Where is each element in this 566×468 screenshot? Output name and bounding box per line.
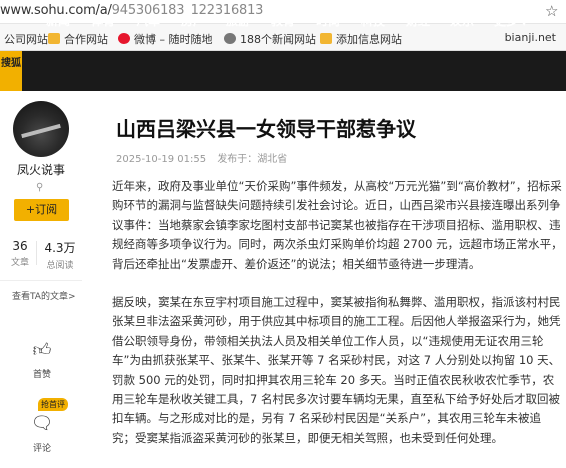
author-sidebar: 凤火说事 ⚲ +订阅 36 文章 4.3万 总阅读 查看TA的文章> 👍︎ 首赞… — [0, 91, 82, 468]
nav-item-entertainment[interactable]: 娱乐 — [450, 12, 474, 29]
sohu-logo[interactable]: 搜狐 — [0, 51, 22, 91]
bookmark-star-icon[interactable]: ☆ — [545, 2, 558, 20]
like-button[interactable]: 👍︎ 首赞 — [20, 339, 64, 380]
nav-item-auto[interactable]: 汽车 — [136, 12, 160, 29]
weibo-icon — [118, 33, 130, 44]
nav-item-news[interactable]: 新闻 — [46, 12, 70, 29]
comment-button[interactable]: 🗨︎ 评论 — [20, 413, 64, 454]
article-title: 山西吕梁兴县一女领导干部惹争议 — [116, 117, 416, 141]
stat-total-reads: 4.3万 总阅读 — [44, 241, 76, 271]
bookmark-company-sites[interactable]: 公司网站 — [0, 31, 48, 47]
add-folder-icon — [320, 33, 332, 44]
bookmark-news-sites[interactable]: 188个新闻网站 — [224, 31, 316, 47]
url-text[interactable]: www.sohu.com/a/945306183_122316813 — [0, 3, 263, 18]
article-paragraph: 近年来，政府及事业单位“天价采购”事件频发，从高校“万元光猫”到“高价教材”，招… — [112, 179, 563, 271]
chevron-down-icon: ▼ — [521, 18, 528, 27]
comment-icon: 🗨︎ — [30, 413, 54, 434]
stat-articles: 36 文章 — [10, 239, 29, 268]
article-paragraph: 据反映，窦某在东豆宇村项目施工过程中，窦某被指徇私舞弊、滥用职权，指派该村村民张… — [112, 295, 561, 445]
site-nav — [0, 51, 566, 91]
nav-more-button[interactable]: 更多 ▼ — [494, 12, 527, 29]
nav-item-realestate[interactable]: 房产 — [181, 12, 205, 29]
author-badge-icon: ⚲ — [36, 182, 44, 193]
nav-item-tech[interactable]: 科技 — [361, 12, 385, 29]
folder-icon — [48, 33, 60, 44]
nav-item-sports[interactable]: 体育 — [91, 12, 115, 29]
nav-item-finance[interactable]: 财经 — [406, 12, 430, 29]
publish-date: 2025-10-19 01:55 — [116, 154, 207, 165]
article-meta: 2025-10-19 01:55 发布于：湖北省 — [116, 150, 295, 165]
divider — [36, 241, 37, 265]
avatar[interactable] — [13, 101, 69, 157]
follow-button[interactable]: +订阅 — [14, 199, 69, 221]
nav-item-education[interactable]: 教育 — [271, 12, 295, 29]
globe-icon — [224, 33, 236, 44]
hot-comment-badge: 抢首评 — [38, 398, 68, 411]
nav-item-fashion[interactable]: 时尚 — [316, 12, 340, 29]
publish-location: 发布于：湖北省 — [217, 154, 288, 165]
bookmark-weibo[interactable]: 微博 – 随时随地 — [118, 31, 213, 47]
bookmark-bianji[interactable]: bianji.net — [505, 31, 556, 44]
author-name[interactable]: 凤火说事 — [0, 161, 82, 178]
nav-item-travel[interactable]: 旅游 — [226, 12, 250, 29]
view-author-articles-link[interactable]: 查看TA的文章> — [0, 280, 82, 302]
bookmark-partner-sites[interactable]: 合作网站 — [48, 31, 108, 47]
thumbs-up-icon: 👍︎ — [32, 340, 52, 361]
bookmark-add-info[interactable]: 添加信息网站 — [320, 31, 402, 47]
